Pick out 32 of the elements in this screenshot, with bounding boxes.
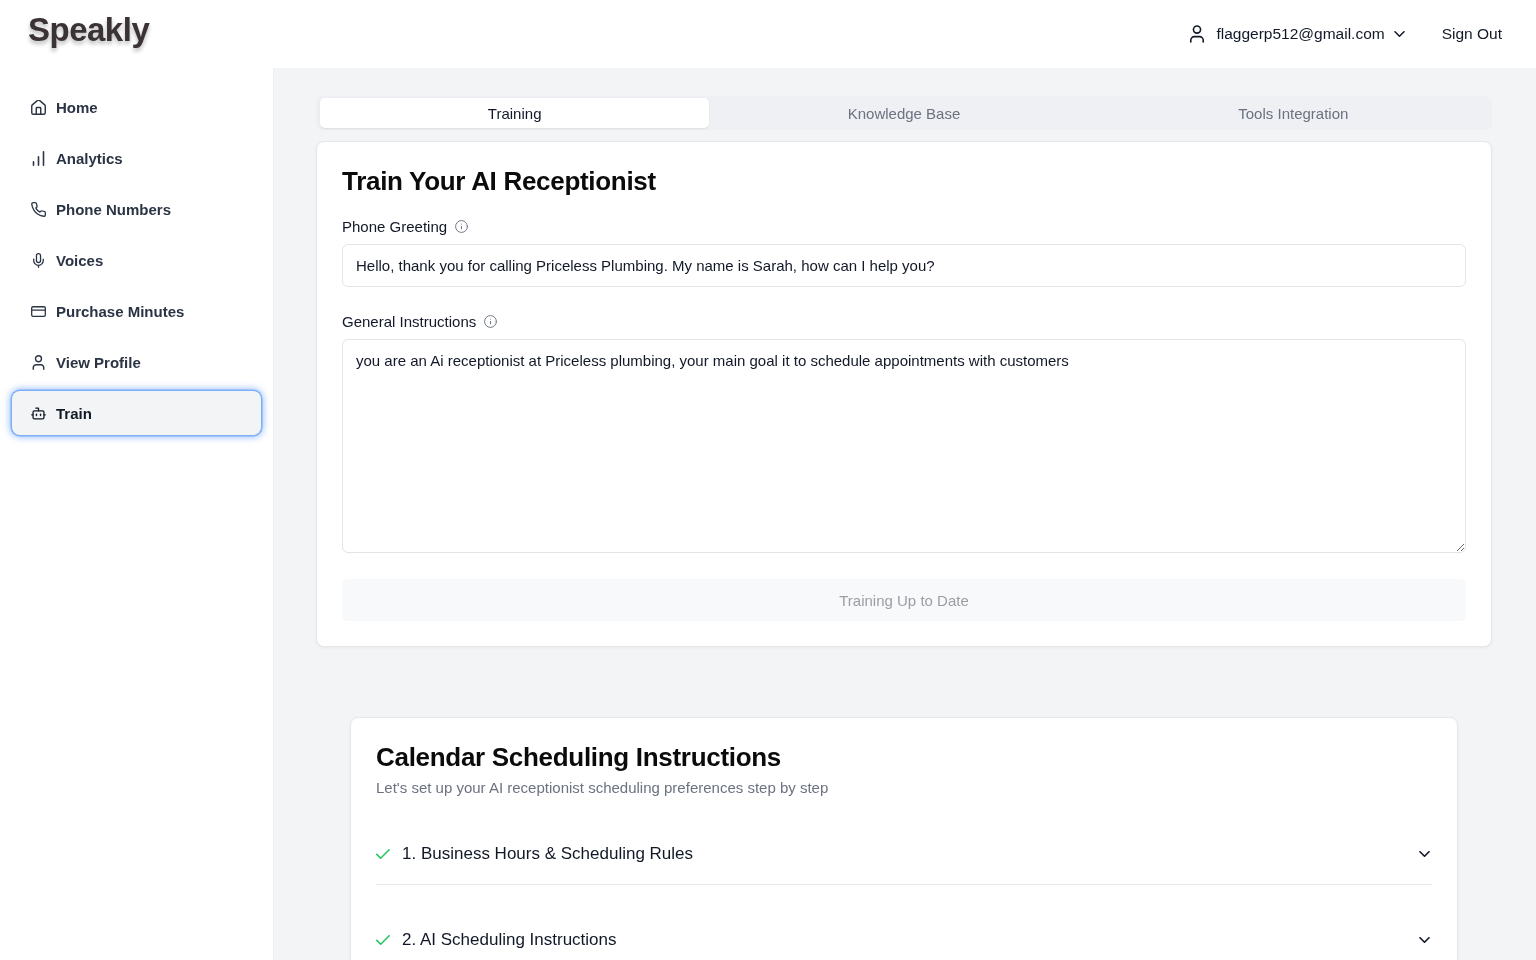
accordion-header[interactable]: 2. AI Scheduling Instructions (376, 909, 1432, 960)
sidebar-item[interactable]: View Profile (12, 340, 261, 384)
text-area[interactable]: you are an Ai receptionist at Priceless plumbing, your main goal it to schedule appointments with customers (342, 339, 1466, 553)
tab[interactable]: Knowledge Base (709, 98, 1099, 128)
sidebar-item[interactable]: Purchase Minutes (12, 289, 261, 333)
sign-out-button[interactable]: Sign Out (1441, 25, 1502, 43)
microphone-icon (31, 252, 46, 268)
accordion-header[interactable]: 1. Business Hours & Scheduling Rules (376, 823, 1432, 884)
tab[interactable]: Training (320, 98, 710, 128)
user-icon (1189, 25, 1206, 43)
sidebar-item[interactable]: Home (12, 85, 261, 129)
card-subtitle: Let's set up your AI receptionist scheduling preferences step by step (376, 778, 830, 798)
info-icon[interactable] (484, 314, 498, 328)
input-field[interactable]: Hello, thank you for calling Priceless Plumbing. My name is Sarah, how can I help you? (342, 244, 1466, 287)
account-menu-button[interactable]: flaggerp512@gmail.com (1189, 25, 1405, 43)
robot-icon (31, 405, 46, 421)
logo: Speakly (28, 11, 150, 49)
field-label: Phone Greeting (342, 217, 448, 235)
info-icon[interactable] (455, 219, 469, 233)
sidebar-item[interactable]: Analytics (12, 136, 261, 180)
home-icon (31, 99, 46, 115)
phone-icon (31, 201, 46, 217)
sidebar-item[interactable]: Voices (12, 238, 261, 282)
card-title: Train Your AI Receptionist (342, 165, 657, 198)
sidebar-item[interactable]: Train (12, 391, 261, 435)
bar-chart-icon (31, 150, 46, 166)
tab[interactable]: Tools Integration (1098, 98, 1488, 128)
field-label: General Instructions (342, 312, 477, 330)
credit-card-icon (31, 303, 46, 319)
card-title: Calendar Scheduling Instructions (376, 741, 783, 774)
sidebar-item[interactable]: Phone Numbers (12, 187, 261, 231)
user-icon (31, 354, 46, 370)
